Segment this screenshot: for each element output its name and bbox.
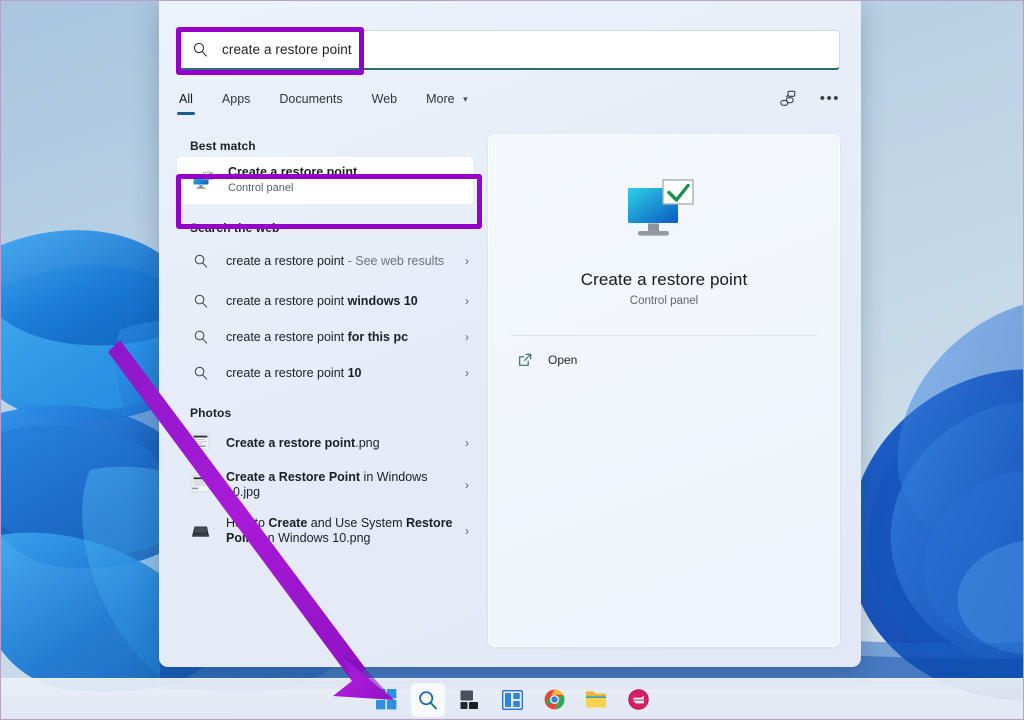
tab-more[interactable]: More ▾ bbox=[424, 90, 470, 115]
start-button[interactable] bbox=[369, 683, 403, 717]
taskbar-items bbox=[369, 682, 655, 717]
search-button[interactable] bbox=[411, 682, 445, 717]
preview-title: Create a restore point bbox=[580, 270, 748, 289]
photo-thumbnail-icon bbox=[189, 431, 213, 455]
web-result-highlight: windows 10 bbox=[347, 294, 418, 308]
chevron-right-icon[interactable]: › bbox=[455, 366, 471, 380]
web-result-highlight: 10 bbox=[347, 366, 362, 380]
web-result-highlight: for this pc bbox=[347, 330, 409, 344]
web-result-item[interactable]: create a restore point 10 › bbox=[177, 355, 477, 391]
web-result-text: create a restore point bbox=[226, 254, 345, 268]
work-school-account-icon[interactable] bbox=[778, 89, 798, 109]
search-icon bbox=[193, 42, 208, 57]
web-result-item[interactable]: create a restore point - See web results… bbox=[177, 239, 477, 283]
tab-all[interactable]: All bbox=[177, 90, 195, 115]
open-external-icon bbox=[519, 353, 532, 366]
windows-logo-icon bbox=[375, 689, 396, 710]
chevron-right-icon[interactable]: › bbox=[455, 330, 471, 344]
widgets-button[interactable] bbox=[495, 683, 529, 717]
photo-result-text: and Use System bbox=[307, 516, 406, 530]
search-icon bbox=[189, 289, 213, 313]
search-input[interactable]: create a restore point bbox=[177, 30, 840, 70]
search-tabs: All Apps Documents Web More ▾ ••• bbox=[177, 84, 840, 120]
best-match-item[interactable]: Create a restore point Control panel bbox=[177, 157, 473, 204]
web-result-suffix: - See web results bbox=[344, 254, 445, 268]
tab-apps[interactable]: Apps bbox=[220, 90, 253, 115]
control-panel-restore-point-icon bbox=[191, 169, 215, 193]
web-result-text: create a restore point bbox=[226, 294, 348, 308]
tab-documents-label: Documents bbox=[279, 91, 343, 106]
chevron-right-icon[interactable]: › bbox=[455, 524, 471, 538]
search-box-row: create a restore point bbox=[177, 30, 840, 70]
web-result-item[interactable]: create a restore point for this pc › bbox=[177, 319, 477, 355]
search-icon bbox=[189, 325, 213, 349]
chevron-right-icon[interactable]: › bbox=[455, 478, 471, 492]
search-icon bbox=[189, 361, 213, 385]
preview-pane: Create a restore point Control panel Ope… bbox=[488, 134, 840, 647]
search-header-actions: ••• bbox=[778, 89, 840, 115]
photo-result-highlight: Create a restore point bbox=[226, 435, 356, 450]
tab-apps-label: Apps bbox=[221, 91, 251, 106]
chevron-down-icon: ▾ bbox=[463, 93, 468, 104]
widgets-icon bbox=[501, 689, 523, 710]
results-list: Best match Create a restore point Contro… bbox=[177, 132, 477, 554]
chevron-right-icon[interactable]: › bbox=[455, 254, 471, 268]
tab-documents[interactable]: Documents bbox=[277, 90, 344, 115]
preview-divider bbox=[511, 335, 817, 336]
chrome-icon bbox=[544, 689, 565, 710]
preview-open-label: Open bbox=[548, 353, 578, 367]
task-view-icon bbox=[460, 690, 478, 709]
preview-subtitle: Control panel bbox=[629, 295, 699, 307]
best-match-title: Create a restore point bbox=[228, 165, 358, 179]
photo-result-item[interactable]: Create a restore point.png › bbox=[177, 424, 477, 462]
chevron-right-icon[interactable]: › bbox=[455, 294, 471, 308]
best-match-subtitle: Control panel bbox=[228, 182, 294, 194]
control-panel-restore-point-icon bbox=[624, 176, 704, 248]
photo-thumbnail-dark-icon bbox=[189, 519, 213, 543]
search-input-value: create a restore point bbox=[222, 42, 352, 57]
preview-open-action[interactable]: Open bbox=[517, 352, 839, 368]
photo-result-text-2: on Windows 10.png bbox=[257, 531, 371, 545]
web-result-item[interactable]: create a restore point windows 10 › bbox=[177, 283, 477, 319]
photos-heading: Photos bbox=[190, 406, 232, 420]
web-result-text: create a restore point bbox=[226, 330, 348, 344]
search-flyout-panel: create a restore point All Apps Document… bbox=[159, 0, 861, 667]
photo-result-text: .png bbox=[355, 435, 380, 450]
search-icon bbox=[419, 690, 437, 709]
photo-result-lead: How to bbox=[226, 516, 269, 530]
file-explorer-button[interactable] bbox=[579, 683, 613, 717]
tab-web-label: Web bbox=[371, 91, 398, 106]
photo-thumbnail-icon bbox=[189, 473, 213, 497]
red-app-icon bbox=[627, 689, 649, 710]
best-match-heading: Best match bbox=[190, 139, 256, 153]
search-icon bbox=[189, 249, 213, 273]
tab-web[interactable]: Web bbox=[370, 90, 399, 115]
photo-result-highlight: Create a Restore Point bbox=[226, 470, 361, 484]
chevron-right-icon[interactable]: › bbox=[455, 436, 471, 450]
search-the-web-heading: Search the web bbox=[190, 221, 280, 235]
chrome-button[interactable] bbox=[537, 683, 571, 717]
taskbar bbox=[0, 678, 1024, 720]
desktop-screen: create a restore point All Apps Document… bbox=[0, 0, 1024, 720]
web-result-text: create a restore point bbox=[226, 366, 348, 380]
task-view-button[interactable] bbox=[453, 683, 487, 717]
more-options-icon[interactable]: ••• bbox=[820, 91, 840, 106]
photo-result-item[interactable]: How to Create and Use System Restore Poi… bbox=[177, 508, 477, 554]
photo-result-item[interactable]: Create a Restore Point in Windows 10.jpg… bbox=[177, 462, 477, 508]
photo-result-highlight: Create bbox=[268, 516, 308, 530]
tab-all-label: All bbox=[179, 91, 193, 106]
app-button[interactable] bbox=[621, 683, 655, 717]
tab-more-label: More bbox=[426, 91, 455, 106]
file-explorer-icon bbox=[586, 691, 606, 708]
